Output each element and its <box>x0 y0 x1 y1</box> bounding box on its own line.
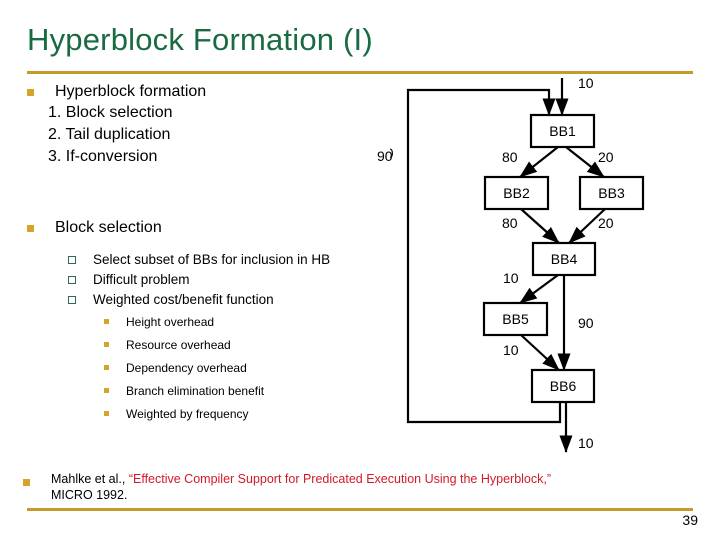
sub-bullet-weighted-cost-benefit: Weighted cost/benefit function <box>68 290 274 309</box>
cfg-node-bb5: BB5 <box>482 301 549 337</box>
sub-bullet-difficult-problem: Difficult problem <box>68 270 190 289</box>
sub-sub-bullet-dependency-overhead: Dependency overhead <box>104 359 247 377</box>
footer-divider <box>27 508 693 511</box>
sub-bullet-label: Weighted cost/benefit function <box>93 292 274 307</box>
citation-quoted-title: “Effective Compiler Support for Predicat… <box>128 472 552 486</box>
edge-weight-bb4-bb5: 10 <box>503 270 519 286</box>
bullet-hollow-square-icon <box>68 256 76 264</box>
sub-bullet-select-subset: Select subset of BBs for inclusion in HB <box>68 250 330 269</box>
cfg-node-label: BB1 <box>549 123 576 139</box>
citation: Mahlke et al., “Effective Compiler Suppo… <box>23 471 703 503</box>
sub-sub-bullet-weighted-by-frequency: Weighted by frequency <box>104 405 249 423</box>
cfg-node-label: BB6 <box>550 378 577 394</box>
bullet-square-icon <box>104 342 109 347</box>
sub-sub-bullet-label: Resource overhead <box>126 338 231 352</box>
edge-weight-bb1-bb3: 20 <box>598 149 614 165</box>
cfg-node-bb4: BB4 <box>531 241 597 277</box>
edge-weight-bb4-bb6: 90 <box>578 315 594 331</box>
cfg-svg: BB1 BB2 BB3 BB4 BB5 BB6 10 90 80 20 80 2… <box>390 75 645 453</box>
edge-weight-backedge-label: 90 <box>377 148 393 164</box>
list-item-step-2: 2. Tail duplication <box>48 126 171 143</box>
bullet-block-selection: Block selection <box>27 217 162 238</box>
control-flow-graph: BB1 BB2 BB3 BB4 BB5 BB6 10 90 80 20 80 2… <box>390 70 720 470</box>
page-title: Hyperblock Formation (I) <box>27 22 373 57</box>
cfg-node-label: BB4 <box>551 251 578 267</box>
list-item-step-1: 1. Block selection <box>48 104 173 121</box>
cfg-node-bb1: BB1 <box>529 113 596 149</box>
citation-suffix: MICRO 1992. <box>51 488 128 502</box>
edge-weight-bb6-exit: 10 <box>578 435 594 451</box>
cfg-node-label: BB2 <box>503 185 530 201</box>
cfg-node-label: BB5 <box>502 311 529 327</box>
bullet-square-icon <box>27 225 34 232</box>
sub-sub-bullet-resource-overhead: Resource overhead <box>104 336 231 354</box>
edge-weight-bb3-bb4: 20 <box>598 215 614 231</box>
bullet-square-icon <box>27 89 34 96</box>
edge-bb1-bb2 <box>519 146 559 178</box>
bullet-square-icon <box>104 365 109 370</box>
cfg-node-bb2: BB2 <box>483 175 550 211</box>
bullet-square-icon <box>104 411 109 416</box>
bullet-square-icon <box>104 319 109 324</box>
bullet-hollow-square-icon <box>68 296 76 304</box>
citation-text: Mahlke et al., “Effective Compiler Suppo… <box>51 471 551 503</box>
edge-weight-bb5-bb6: 10 <box>503 342 519 358</box>
bullet-label: Block selection <box>55 219 162 236</box>
sub-sub-bullet-label: Height overhead <box>126 315 215 329</box>
edge-bb2-bb4 <box>520 208 560 244</box>
bullet-square-icon <box>104 388 109 393</box>
list-item-step-3: 3. If-conversion <box>48 148 158 165</box>
bullet-label: Hyperblock formation <box>55 83 207 100</box>
cfg-node-label: BB3 <box>598 185 625 201</box>
sub-sub-bullet-height-overhead: Height overhead <box>104 313 214 331</box>
cfg-node-bb3: BB3 <box>578 175 645 211</box>
edge-bb5-bb6 <box>520 334 560 371</box>
edge-weight-entry: 10 <box>578 75 594 91</box>
page-number: 39 <box>682 512 698 528</box>
citation-prefix: Mahlke et al., <box>51 472 129 486</box>
sub-bullet-label: Select subset of BBs for inclusion in HB <box>93 252 331 267</box>
edge-weight-bb1-bb2: 80 <box>502 149 518 165</box>
sub-sub-bullet-label: Branch elimination benefit <box>126 384 265 398</box>
bullet-hyperblock-formation: Hyperblock formation <box>27 81 206 102</box>
edge-bb4-bb5 <box>519 274 559 304</box>
sub-sub-bullet-label: Weighted by frequency <box>126 407 249 421</box>
edge-weight-bb2-bb4: 80 <box>502 215 518 231</box>
cfg-node-bb6: BB6 <box>530 368 596 404</box>
bullet-hollow-square-icon <box>68 276 76 284</box>
sub-sub-bullet-branch-elimination-benefit: Branch elimination benefit <box>104 382 264 400</box>
bullet-square-icon <box>23 479 30 486</box>
sub-bullet-label: Difficult problem <box>93 272 190 287</box>
sub-sub-bullet-label: Dependency overhead <box>126 361 247 375</box>
